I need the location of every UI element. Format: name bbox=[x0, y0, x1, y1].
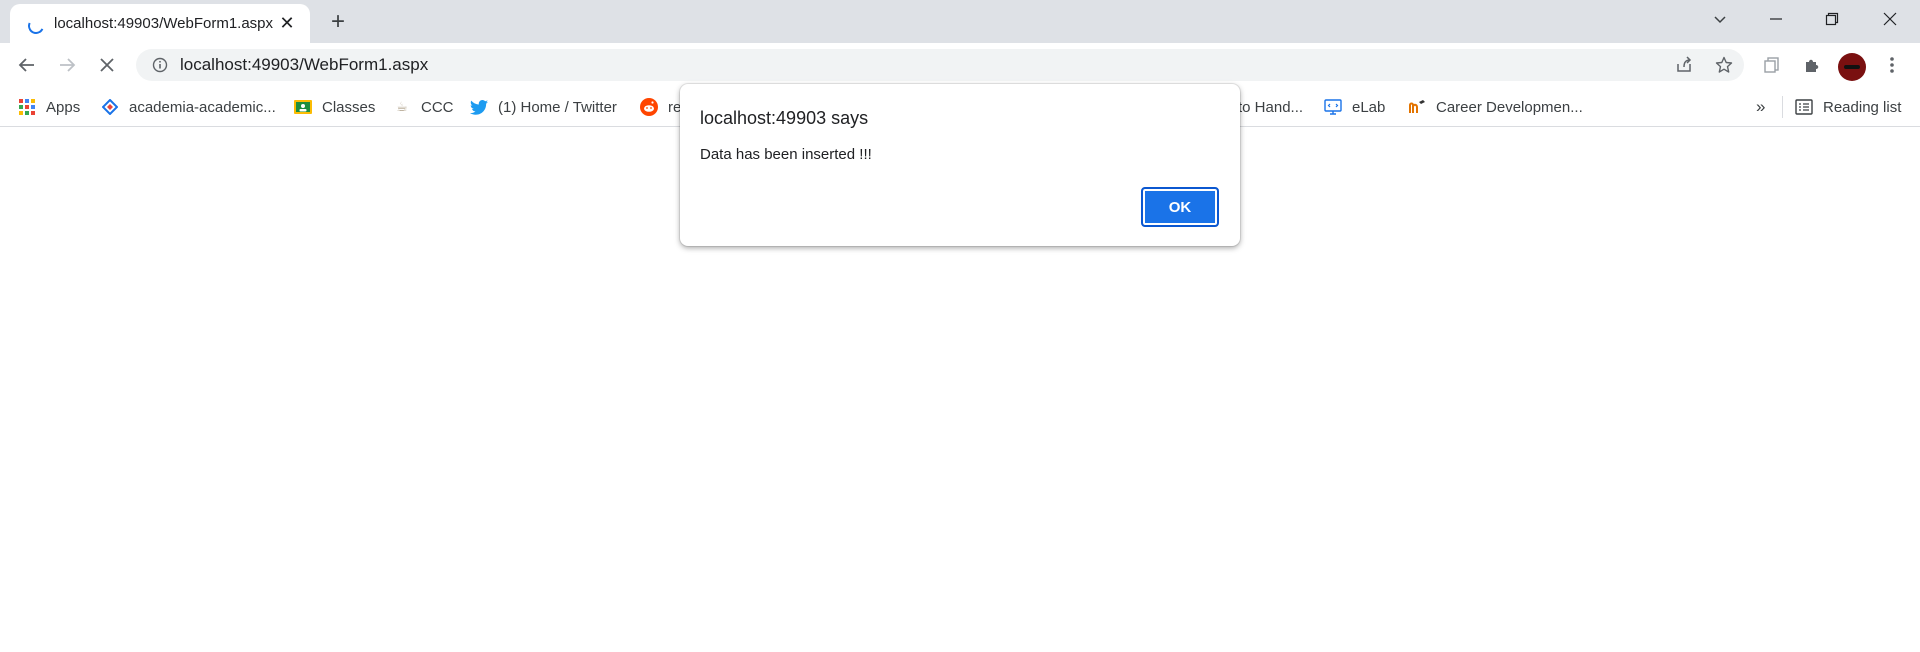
puzzle-piece-icon bbox=[1806, 59, 1819, 72]
share-icon[interactable] bbox=[1664, 49, 1704, 81]
url-text[interactable]: localhost:49903/WebForm1.aspx bbox=[180, 55, 1664, 75]
minimize-icon bbox=[1770, 18, 1782, 20]
apps-grid-icon bbox=[18, 98, 36, 116]
close-icon bbox=[100, 58, 114, 72]
diamond-icon bbox=[101, 98, 119, 116]
reddit-icon bbox=[640, 98, 658, 116]
bookmark-star-icon[interactable] bbox=[1704, 49, 1744, 81]
bookmark-label: (1) Home / Twitter bbox=[498, 98, 617, 116]
bookmark-apps[interactable]: Apps bbox=[18, 96, 80, 118]
bookmark-label: CCC bbox=[421, 98, 454, 116]
bookmark-career[interactable]: Career Developmen... bbox=[1408, 96, 1583, 118]
arrow-right-icon bbox=[60, 58, 76, 72]
chevron-down-icon bbox=[1714, 16, 1726, 24]
profile-avatar[interactable] bbox=[1838, 53, 1866, 81]
bookmark-label: to Hand... bbox=[1238, 98, 1304, 116]
bookmark-label: eLab bbox=[1352, 98, 1386, 116]
arrow-left-icon bbox=[18, 58, 34, 72]
reading-list-button[interactable]: Reading list bbox=[1795, 96, 1901, 118]
tab-search-button[interactable] bbox=[1692, 0, 1748, 38]
ccc-icon: ☕ bbox=[396, 99, 408, 114]
tab-close-icon[interactable]: ✕ bbox=[276, 13, 298, 35]
bookmark-hand[interactable]: to Hand... bbox=[1238, 96, 1303, 118]
bookmark-elab[interactable]: eLab bbox=[1324, 96, 1385, 118]
browser-toolbar: localhost:49903/WebForm1.aspx bbox=[0, 43, 1920, 87]
tab-title: localhost:49903/WebForm1.aspx bbox=[54, 15, 274, 32]
bookmark-reddit[interactable]: re bbox=[640, 96, 681, 118]
bookmarks-divider bbox=[1782, 96, 1783, 118]
bookmark-label: Apps bbox=[46, 98, 81, 116]
close-icon bbox=[1883, 12, 1897, 26]
minimize-button[interactable] bbox=[1748, 0, 1804, 38]
extension-button[interactable] bbox=[1756, 49, 1788, 81]
dialog-message: Data has been inserted !!! bbox=[700, 146, 872, 163]
bookmarks-overflow-button[interactable]: » bbox=[1756, 96, 1765, 118]
stop-loading-button[interactable] bbox=[91, 49, 123, 81]
bookmark-academia[interactable]: academia-academic... bbox=[101, 96, 276, 118]
back-button[interactable] bbox=[11, 49, 43, 81]
bookmark-label: Career Developmen... bbox=[1436, 98, 1583, 116]
more-vertical-icon bbox=[1890, 57, 1894, 73]
reading-list-icon bbox=[1795, 98, 1813, 116]
twitter-icon bbox=[470, 98, 488, 116]
extensions-button[interactable] bbox=[1796, 49, 1828, 81]
close-window-button[interactable] bbox=[1862, 0, 1918, 38]
new-tab-button[interactable]: + bbox=[324, 8, 352, 36]
loading-spinner-icon bbox=[24, 14, 44, 34]
bookmark-label: academia-academic... bbox=[129, 98, 276, 116]
bookmark-label: Classes bbox=[322, 98, 376, 116]
dialog-title: localhost:49903 says bbox=[700, 108, 869, 128]
bookmark-ccc[interactable]: ☕ CCC bbox=[393, 96, 454, 118]
reading-list-label: Reading list bbox=[1823, 98, 1902, 116]
alert-dialog: localhost:49903 says Data has been inser… bbox=[680, 84, 1240, 246]
classroom-icon bbox=[294, 98, 312, 116]
copy-extension-icon bbox=[1764, 57, 1779, 73]
elab-icon bbox=[1324, 98, 1342, 116]
bookmark-twitter[interactable]: (1) Home / Twitter bbox=[470, 96, 617, 118]
address-bar[interactable]: localhost:49903/WebForm1.aspx bbox=[136, 49, 1744, 81]
ok-button[interactable]: OK bbox=[1141, 187, 1219, 227]
tab-strip: localhost:49903/WebForm1.aspx ✕ + bbox=[0, 0, 1920, 43]
active-tab[interactable]: localhost:49903/WebForm1.aspx ✕ bbox=[10, 4, 310, 43]
forward-button[interactable] bbox=[51, 49, 83, 81]
restore-icon bbox=[1825, 12, 1839, 26]
bookmark-classes[interactable]: Classes bbox=[294, 96, 375, 118]
site-info-icon[interactable] bbox=[144, 49, 176, 81]
restore-button[interactable] bbox=[1804, 0, 1860, 38]
chrome-menu-button[interactable] bbox=[1876, 49, 1908, 81]
mooc-icon bbox=[1408, 98, 1426, 116]
